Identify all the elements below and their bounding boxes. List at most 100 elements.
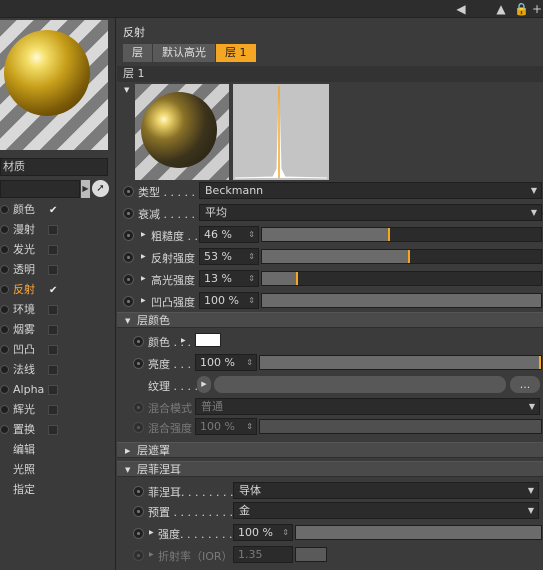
item-assignment[interactable]: 指定 [0, 480, 116, 500]
material-name-field[interactable]: 材质 [0, 158, 108, 176]
specular-strength-input[interactable]: 13 % ⇕ [199, 270, 259, 287]
tab-layer-1[interactable]: 层 1 [216, 44, 257, 62]
channel-transparency[interactable]: 透明 [0, 260, 116, 280]
strength-slider[interactable] [295, 525, 542, 540]
prop-ior: ▶ 折射率（IOR） 1.35 [117, 546, 543, 564]
anim-radio-icon[interactable] [133, 422, 144, 433]
expand-triangle-icon[interactable]: ▶ [141, 297, 146, 304]
anim-radio-icon[interactable] [133, 358, 144, 369]
item-editor[interactable]: 编辑 [0, 440, 116, 460]
layer-preview[interactable] [135, 84, 229, 180]
blend-mode-dropdown[interactable]: 普通 ▼ [195, 398, 540, 415]
item-illumination[interactable]: 光照 [0, 460, 116, 480]
expand-triangle-icon[interactable]: ▶ [141, 231, 146, 238]
reflection-strength-input[interactable]: 53 % ⇕ [199, 248, 259, 265]
arrow-back-icon[interactable]: ◀ [454, 2, 468, 16]
channel-fog[interactable]: 烟雾 [0, 320, 116, 340]
roughness-input[interactable]: 46 % ⇕ [199, 226, 259, 243]
brightness-input[interactable]: 100 % ⇕ [195, 354, 257, 371]
bump-strength-slider[interactable] [261, 293, 542, 308]
spinner-icon[interactable]: ⇕ [246, 355, 253, 370]
ior-input[interactable]: 1.35 [233, 546, 293, 563]
tab-default-specular[interactable]: 默认高光 [153, 44, 216, 62]
bump-strength-input[interactable]: 100 % ⇕ [199, 292, 259, 309]
anim-radio-icon[interactable] [123, 230, 134, 241]
anim-radio-icon[interactable] [123, 296, 134, 307]
checkbox[interactable] [48, 425, 58, 435]
expand-triangle-icon[interactable]: ▶ [141, 253, 146, 260]
blend-strength-input[interactable]: 100 % ⇕ [195, 418, 257, 435]
type-dropdown[interactable]: Beckmann ▼ [199, 182, 542, 199]
expand-triangle-icon[interactable]: ▶ [181, 337, 186, 344]
brightness-label: 亮度 . . . . [148, 358, 198, 371]
anim-radio-icon[interactable] [123, 252, 134, 263]
checkbox[interactable] [48, 365, 58, 375]
tab-layers[interactable]: 层 [123, 44, 153, 62]
anim-radio-icon[interactable] [133, 402, 144, 413]
spinner-icon[interactable]: ⇕ [246, 419, 253, 434]
reflection-strength-slider[interactable] [261, 249, 542, 264]
specular-strength-slider[interactable] [261, 271, 542, 286]
anim-radio-icon[interactable] [123, 274, 134, 285]
expand-triangle-icon[interactable]: ▶ [149, 529, 154, 536]
checkbox[interactable] [48, 325, 58, 335]
expand-triangle-icon[interactable]: ▶ [149, 551, 154, 558]
checkbox[interactable] [48, 345, 58, 355]
search-input[interactable] [0, 180, 80, 198]
channel-glow[interactable]: 辉光 [0, 400, 116, 420]
checkbox[interactable] [48, 245, 58, 255]
anim-radio-icon[interactable] [133, 528, 144, 539]
collapse-arrow-icon[interactable]: ▼ [124, 86, 129, 94]
channel-bump[interactable]: 凹凸 [0, 340, 116, 360]
spinner-icon[interactable]: ⇕ [248, 293, 255, 308]
group-layer-color[interactable]: ▼ 层颜色 [117, 312, 543, 328]
texture-slot[interactable] [214, 376, 506, 393]
strength-input[interactable]: 100 % ⇕ [233, 524, 293, 541]
channel-luminance[interactable]: 发光 [0, 240, 116, 260]
roughness-slider[interactable] [261, 227, 542, 242]
ior-slider[interactable] [295, 547, 327, 562]
checkbox[interactable] [48, 305, 58, 315]
checkmark-icon[interactable]: ✔ [48, 205, 58, 216]
anim-radio-icon[interactable] [133, 550, 144, 561]
spinner-icon[interactable]: ⇕ [248, 271, 255, 286]
expand-triangle-icon[interactable]: ▶ [141, 275, 146, 282]
checkbox[interactable] [48, 405, 58, 415]
anim-radio-icon[interactable] [123, 208, 134, 219]
anim-radio-icon[interactable] [133, 506, 144, 517]
pick-cursor-icon[interactable]: ➚ [92, 180, 109, 197]
blend-strength-slider[interactable] [259, 419, 542, 434]
checkbox[interactable] [48, 385, 58, 395]
anim-radio-icon[interactable] [133, 336, 144, 347]
channel-color[interactable]: 颜色 ✔ [0, 200, 116, 220]
anim-radio-icon[interactable] [123, 186, 134, 197]
channel-environment[interactable]: 环境 [0, 300, 116, 320]
checkbox[interactable] [48, 265, 58, 275]
plus-icon[interactable]: + [530, 2, 543, 16]
spinner-icon[interactable]: ⇕ [248, 249, 255, 264]
group-layer-fresnel[interactable]: ▼ 层菲涅耳 [117, 461, 543, 477]
arrow-up-icon[interactable]: ▲ [494, 2, 508, 16]
group-layer-mask[interactable]: ▶ 层遮罩 [117, 442, 543, 458]
checkmark-icon[interactable]: ✔ [48, 285, 58, 296]
channel-diffuse[interactable]: 漫射 [0, 220, 116, 240]
prop-reflection-strength: ▶ 反射强度 53 % ⇕ [117, 248, 543, 266]
material-preview[interactable] [0, 20, 108, 150]
preset-dropdown[interactable]: 金 ▼ [233, 502, 539, 519]
channel-reflectance[interactable]: 反射 ✔ [0, 280, 116, 300]
anim-radio-icon[interactable] [133, 486, 144, 497]
fresnel-dropdown[interactable]: 导体 ▼ [233, 482, 539, 499]
attenuation-dropdown[interactable]: 平均 ▼ [199, 204, 542, 221]
brightness-slider[interactable] [259, 355, 542, 370]
channel-alpha[interactable]: Alpha [0, 380, 116, 400]
expand-arrow-icon[interactable]: ▶ [81, 180, 90, 198]
checkbox[interactable] [48, 225, 58, 235]
spinner-icon[interactable]: ⇕ [248, 227, 255, 242]
channel-normal[interactable]: 法线 [0, 360, 116, 380]
spinner-icon[interactable]: ⇕ [282, 525, 289, 540]
color-swatch[interactable] [195, 333, 221, 347]
lock-icon[interactable]: 🔒 [514, 2, 529, 16]
channel-displacement[interactable]: 置换 [0, 420, 116, 440]
texture-menu-arrow-icon[interactable]: ▶ [197, 376, 211, 393]
texture-more-button[interactable]: ... [510, 376, 540, 393]
